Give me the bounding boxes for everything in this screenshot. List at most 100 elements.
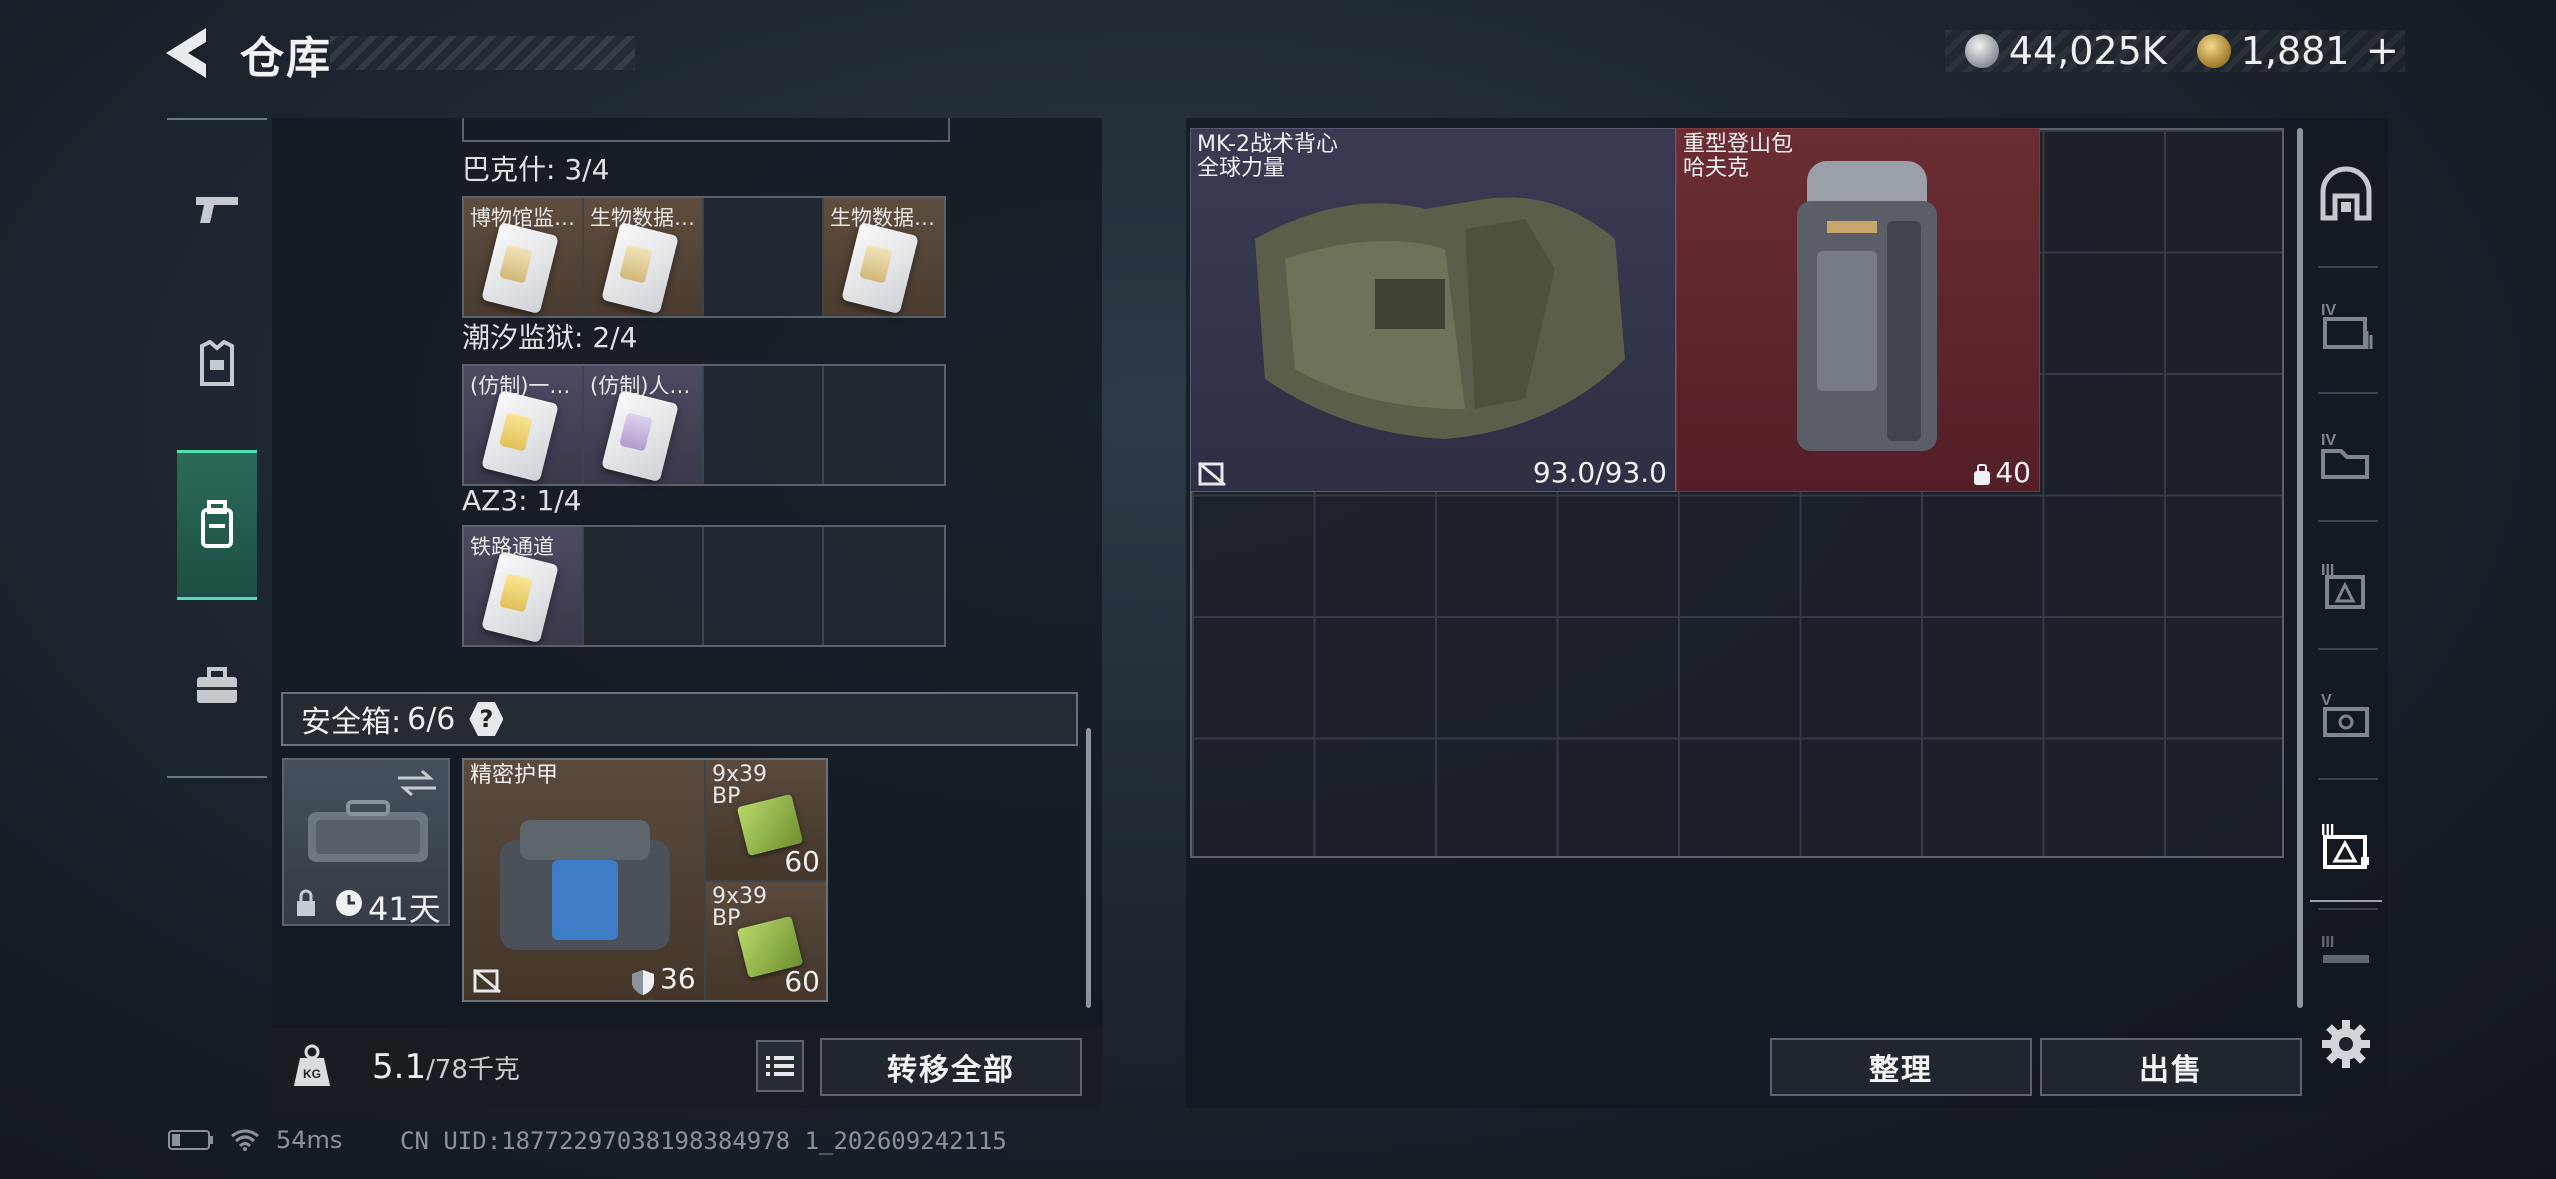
- ammo-item[interactable]: 9x39 BP 60: [706, 760, 826, 880]
- empty-slot[interactable]: [704, 198, 824, 316]
- secure-label: 安全箱:: [301, 705, 402, 740]
- vest-icon: [200, 340, 234, 386]
- settings-button[interactable]: [2318, 1016, 2374, 1076]
- wifi-icon: [231, 1129, 259, 1151]
- shield-icon: [632, 970, 654, 995]
- slot-name: 博物馆监…: [470, 206, 575, 230]
- armor-name: 精密护甲: [470, 763, 559, 788]
- silver-coin-icon: [1964, 34, 1999, 68]
- empty-slot[interactable]: [824, 366, 944, 484]
- title-decoration: [330, 36, 635, 70]
- tab-level-5[interactable]: V: [2310, 660, 2382, 770]
- tactical-vest-icon: [1255, 197, 1625, 439]
- weight-current: 5.1: [372, 1047, 427, 1087]
- vest-item[interactable]: MK-2战术背心 全球力量 93.0/93.0: [1190, 128, 1676, 492]
- status-bar: 54ms: [168, 1126, 342, 1154]
- empty-slot[interactable]: [584, 527, 704, 645]
- svg-text:V: V: [2321, 692, 2332, 709]
- group-label: 潮汐监狱: 2/4: [462, 321, 638, 354]
- ammo-item[interactable]: 9x39 BP 60: [706, 880, 826, 1000]
- empty-slot[interactable]: [704, 527, 824, 645]
- capacity-icon: [1974, 464, 1990, 485]
- backpack-image-icon: [1797, 161, 1937, 451]
- stash-home-icon: [2320, 166, 2372, 221]
- keycard-slot[interactable]: 生物数据…: [824, 198, 944, 316]
- transfer-all-button[interactable]: 转移全部: [820, 1038, 1082, 1096]
- add-currency-button[interactable]: +: [2365, 28, 2399, 74]
- list-icon: [766, 1056, 794, 1076]
- tab-level-3[interactable]: III: [2310, 530, 2382, 640]
- backpack-capacity: 40: [1995, 456, 2031, 489]
- keycard-slot[interactable]: 生物数据…: [584, 198, 704, 316]
- organize-button[interactable]: 整理: [1770, 1038, 2032, 1096]
- keycard-slot[interactable]: 铁路通道: [464, 527, 584, 645]
- tier-iii-rifle-icon: III: [2321, 934, 2369, 963]
- weight-max: /78千克: [426, 1055, 520, 1085]
- ping-value: 54ms: [276, 1126, 343, 1154]
- user-uid: CN UID:18772297038198384978 1_2026092421…: [400, 1127, 1007, 1155]
- vest-durability: 93.0/93.0: [1532, 456, 1667, 489]
- pistol-icon: [196, 197, 238, 223]
- nav-storage[interactable]: [177, 450, 257, 600]
- slot-name: 生物数据…: [830, 206, 935, 230]
- battery-icon: [168, 1130, 213, 1150]
- keycard-slot[interactable]: (仿制)人…: [584, 366, 704, 484]
- svg-text:IV: IV: [2321, 302, 2336, 319]
- left-scrollbar[interactable]: [1086, 728, 1091, 1008]
- armor-durability: 36: [660, 962, 696, 995]
- backpack-item[interactable]: 重型登山包 哈夫克 40: [1676, 128, 2040, 492]
- case-image-icon: [308, 800, 428, 862]
- secure-container-grid: 精密护甲 36 9x39 BP 60 9x39 BP 60: [462, 758, 828, 1002]
- safebox-group-1: 巴克什: 3/4 博物馆监… 生物数据… 生物数据…: [462, 148, 946, 318]
- no-insure-icon: [473, 968, 501, 994]
- nav-equipment[interactable]: [177, 290, 257, 440]
- svg-text:IV: IV: [2321, 432, 2336, 449]
- empty-slot[interactable]: [704, 366, 824, 484]
- sell-button[interactable]: 出售: [2040, 1038, 2302, 1096]
- tier-iii-icon: III: [2321, 562, 2365, 609]
- tab-level-3-c[interactable]: III: [2310, 914, 2382, 988]
- slot-name: 生物数据…: [590, 206, 695, 230]
- ammo-name: 9x39 BP: [712, 884, 768, 931]
- tier-iv-icon: IV: [2321, 302, 2373, 349]
- tab-all-items[interactable]: [2310, 140, 2382, 250]
- nav-briefcase[interactable]: [177, 612, 257, 762]
- slot-name: (仿制)人…: [590, 374, 691, 398]
- tab-level-4-a[interactable]: IV: [2310, 270, 2382, 380]
- secure-count: 6/6: [407, 701, 456, 737]
- svg-text:III: III: [2321, 934, 2334, 951]
- clock-icon: [336, 890, 362, 916]
- back-button[interactable]: [160, 22, 220, 84]
- armor-bag-icon: [500, 820, 670, 950]
- tab-level-3-selected[interactable]: III: [2310, 790, 2382, 902]
- keycard-slot[interactable]: (仿制)一…: [464, 366, 584, 484]
- group-label: 巴克什: 3/4: [462, 153, 610, 186]
- tier-v-icon: V: [2321, 692, 2369, 737]
- keycard-slot[interactable]: 博物馆监…: [464, 198, 584, 316]
- currency-bar: 44,025K 1,881 +: [1945, 28, 2405, 74]
- lock-icon: [297, 889, 315, 916]
- help-button[interactable]: ?: [469, 702, 504, 736]
- tab-level-4-b[interactable]: IV: [2310, 400, 2382, 510]
- partial-slot-row: [462, 118, 950, 142]
- svg-text:KG: KG: [303, 1067, 321, 1081]
- nav-weapons[interactable]: [177, 134, 257, 284]
- slot-name: 铁路通道: [470, 535, 554, 559]
- no-insure-icon: [1198, 461, 1226, 487]
- secure-container-header: 安全箱: 6/6 ?: [281, 692, 1078, 746]
- weight-icon: KG: [294, 1044, 330, 1086]
- tier-iv-folder-icon: IV: [2321, 432, 2369, 479]
- secure-case[interactable]: 41天: [282, 758, 450, 928]
- weight-readout: 5.1/78千克: [372, 1047, 520, 1087]
- page-title: 仓库: [240, 33, 332, 84]
- ammo-count: 60: [784, 965, 820, 998]
- right-scrollbar[interactable]: [2297, 128, 2303, 1008]
- gold-amount: 1,881: [2240, 29, 2350, 73]
- back-arrow-icon: [166, 28, 206, 78]
- safebox-group-3: AZ3: 1/4 铁路通道: [462, 484, 946, 647]
- empty-slot[interactable]: [824, 527, 944, 645]
- armor-item[interactable]: 精密护甲 36: [464, 760, 706, 1000]
- ammo-name: 9x39 BP: [712, 762, 768, 809]
- backpack-icon: [201, 500, 233, 548]
- list-view-button[interactable]: [756, 1040, 804, 1092]
